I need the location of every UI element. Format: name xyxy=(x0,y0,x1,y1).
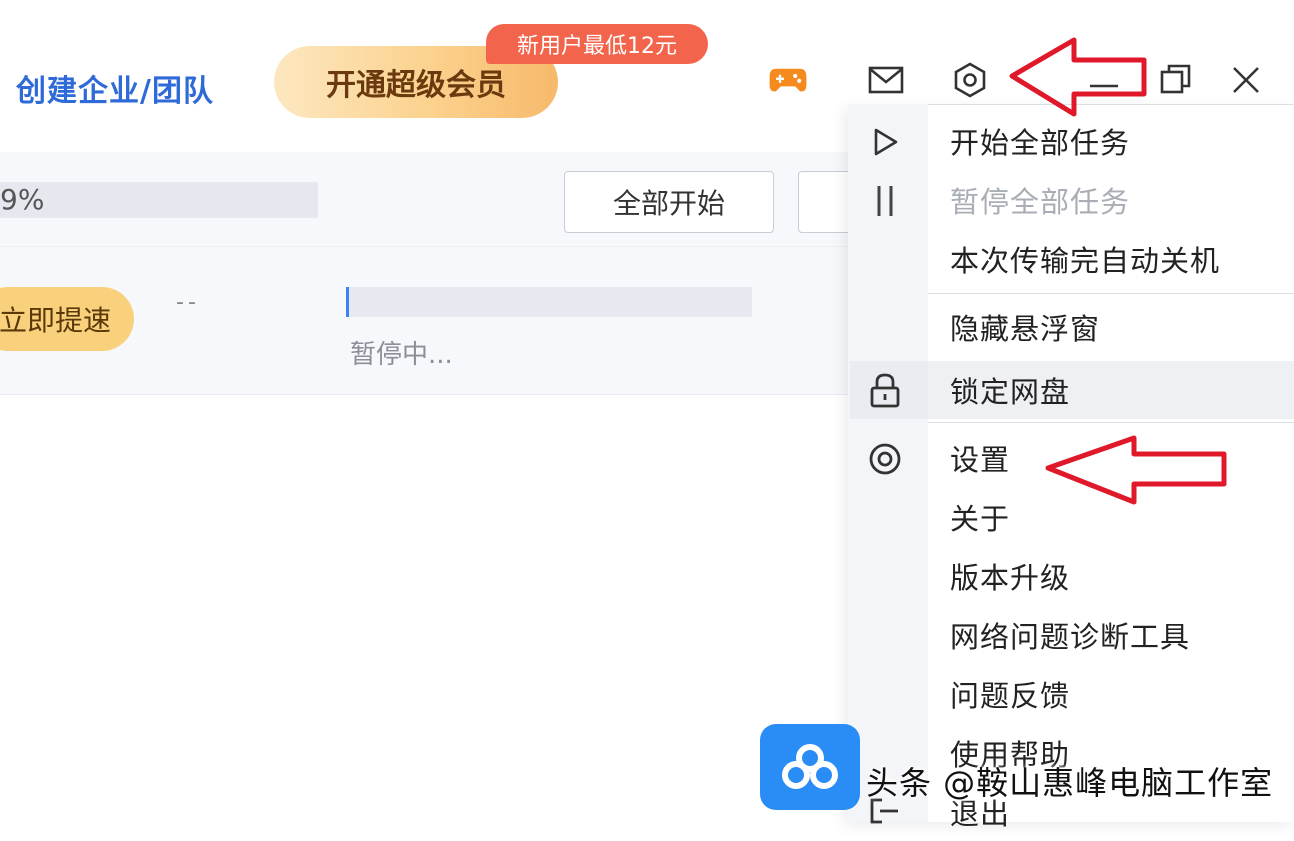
transfer-speed: -- xyxy=(176,290,200,315)
play-icon xyxy=(860,117,910,167)
pause-icon xyxy=(860,176,910,226)
menu-item-hide-floating-window[interactable]: 隐藏悬浮窗 xyxy=(928,298,1294,356)
cloud-logo-icon xyxy=(782,744,838,789)
menu-item-auto-shutdown[interactable]: 本次传输完自动关机 xyxy=(928,230,1294,288)
menu-item-pause-all-tasks[interactable]: 暂停全部任务 xyxy=(928,171,1294,229)
task-progress-bar xyxy=(346,287,752,317)
task-progress-fill xyxy=(346,287,349,317)
menu-item-version-upgrade[interactable]: 版本升级 xyxy=(928,547,1294,605)
annotation-arrow-icon xyxy=(1008,36,1148,118)
annotation-arrow-icon xyxy=(1044,434,1228,506)
menu-item-lock-netdisk[interactable]: 锁定网盘 xyxy=(928,361,1294,419)
menu-separator xyxy=(928,422,1294,423)
new-user-promo-badge: 新用户最低12元 xyxy=(486,24,708,64)
menu-item-network-diagnostics[interactable]: 网络问题诊断工具 xyxy=(928,606,1294,664)
divider xyxy=(0,394,850,395)
menu-item-feedback[interactable]: 问题反馈 xyxy=(928,665,1294,723)
settings-gear-icon[interactable] xyxy=(950,60,990,100)
menu-separator xyxy=(928,293,1294,294)
close-icon[interactable] xyxy=(1226,60,1266,100)
task-status-text: 暂停中... xyxy=(350,340,453,370)
watermark-text: 头条 @鞍山惠峰电脑工作室 xyxy=(866,764,1274,802)
game-controller-icon[interactable] xyxy=(768,60,808,100)
total-progress-bar xyxy=(0,182,318,218)
divider xyxy=(0,246,850,247)
cloud-app-float-button[interactable] xyxy=(760,724,860,810)
start-all-button[interactable]: 全部开始 xyxy=(564,171,774,233)
speed-up-button[interactable]: 立即提速 xyxy=(0,287,134,351)
lock-icon xyxy=(860,365,910,415)
menu-item-start-all-tasks[interactable]: 开始全部任务 xyxy=(928,112,1294,170)
settings-icon xyxy=(860,434,910,484)
create-team-link[interactable]: 创建企业/团队 xyxy=(16,66,214,110)
restore-window-icon[interactable] xyxy=(1156,60,1196,100)
total-progress-percent: 9% xyxy=(0,183,45,216)
mail-icon[interactable] xyxy=(866,60,906,100)
